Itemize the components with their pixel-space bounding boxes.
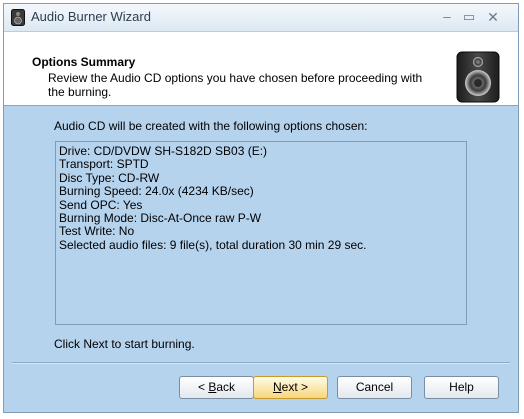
help-button[interactable]: Help [424,376,499,399]
option-line: Drive: CD/DVDW SH-S182D SB03 (E:) [59,144,268,158]
option-line: Disc Type: CD-RW [59,170,160,185]
window-title: Audio Burner Wizard [31,9,151,24]
next-label-rest: ext > [281,380,309,394]
option-line: Transport: SPTD [59,157,149,172]
back-label-prefix: < [197,380,209,394]
page-title: Options Summary [32,55,136,69]
speaker-icon [456,51,500,103]
option-line: Test Write: No [59,224,135,239]
intro-text: Audio CD will be created with the follow… [54,119,368,133]
cancel-button[interactable]: Cancel [337,376,412,399]
maximize-button[interactable]: ▭ [460,8,478,26]
wizard-header: Options Summary Review the Audio CD opti… [4,32,518,106]
option-line: Selected audio files: 9 file(s), total d… [59,237,367,252]
page-description: Review the Audio CD options you have cho… [48,71,423,99]
back-button[interactable]: < Back [179,376,254,399]
wizard-window: Audio Burner Wizard – ▭ ✕ Options Summar… [3,3,519,413]
minimize-button[interactable]: – [438,8,456,26]
footer-text: Click Next to start burning. [54,337,195,351]
next-button[interactable]: Next > [253,376,328,399]
option-line: Send OPC: Yes [59,197,143,212]
close-button[interactable]: ✕ [484,8,502,26]
option-line: Burning Speed: 24.0x (4234 KB/sec) [59,184,254,199]
back-label-rest: ack [216,380,236,394]
app-speaker-icon [11,9,25,26]
option-line: Burning Mode: Disc-At-Once raw P-W [59,211,262,226]
next-label-accel: N [272,380,282,394]
title-bar[interactable]: Audio Burner Wizard – ▭ ✕ [4,4,518,32]
divider [12,362,510,364]
options-summary-box[interactable]: Drive: CD/DVDW SH-S182D SB03 (E:) Transp… [55,141,467,325]
